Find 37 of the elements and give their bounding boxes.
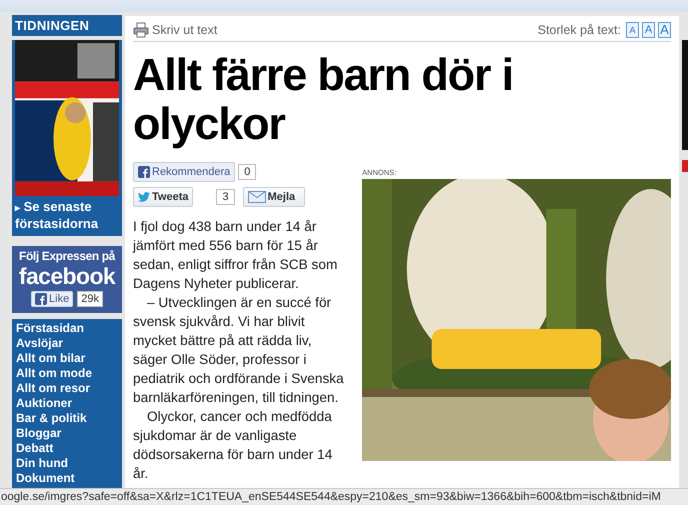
nav-link[interactable]: Din hund (16, 456, 118, 471)
nav-link[interactable]: Auktioner (16, 396, 118, 411)
nav-link[interactable]: Allt om resor (16, 381, 118, 396)
nav-link[interactable]: Allt om mode (16, 366, 118, 381)
article-paragraph: I fjol dog 438 barn under 14 år jämfört med 556 barn för 15 år sedan, enligt siffror från SCB som Dagens Nyheter publicerar. (133, 218, 338, 293)
headline: Allt färre barn dör i olyckor (133, 50, 514, 148)
bird-icon (138, 191, 150, 203)
facebook-share-button[interactable]: Rekommendera (133, 162, 236, 182)
share-count: 0 (238, 164, 256, 180)
envelope-icon (248, 191, 266, 203)
nav-link[interactable]: Dokument (16, 471, 118, 486)
status-bar-url: oogle.se/imgres?safe=off&sa=X&rlz=1C1TEUA_enSE544SE544&espy=210&es_sm=93&biw=1366&bih=600&tbm=isch&tbnid=iM (0, 488, 688, 505)
text-size-button[interactable]: A (658, 22, 671, 38)
nav-link[interactable]: Förstasidan (16, 321, 118, 336)
text-size-button[interactable]: A (642, 22, 655, 38)
nav-link[interactable]: Bar & politik (16, 411, 118, 426)
text-size-button[interactable]: A (626, 22, 639, 38)
printer-icon (133, 22, 149, 38)
share-count: 3 (216, 189, 235, 205)
print-link[interactable]: Skriv ut text (133, 22, 218, 38)
facebook-logo: facebook (18, 263, 116, 289)
facebook-icon (138, 166, 150, 178)
like-button[interactable]: Like (31, 291, 74, 307)
mail-share-button[interactable]: Mejla (242, 187, 305, 207)
section-header: TIDNINGEN (12, 15, 122, 36)
like-count: 29k (77, 291, 103, 307)
article-paragraph: – Utvecklingen är en succé för svensk sjukvård. Vi har blivit mycket bättre på att rädda liv, säger Olle Söder, professor i pediatrik och ordförande i Svenska barnläkarföreningen, till tidningen. (133, 294, 345, 407)
article-paragraph: Olyckor, cancer och medfödda sjukdomar är de vanligaste dödsorsakerna för barn under 14 år. (133, 408, 334, 483)
nav-link[interactable]: Bloggar (16, 426, 118, 441)
front-pages-link[interactable]: ▸ Se senaste förstasidorna (12, 196, 122, 236)
nav-link[interactable]: Debatt (16, 441, 118, 456)
twitter-share-button[interactable]: Tweeta (133, 187, 194, 207)
facebook-title: Följ Expressen på (19, 249, 115, 263)
nav-link[interactable]: Allt om bilar (16, 351, 118, 366)
facebook-icon (35, 293, 48, 305)
text-size-label: Storlek på text: (538, 22, 621, 36)
nav-link[interactable]: Avslöjar (16, 336, 118, 351)
